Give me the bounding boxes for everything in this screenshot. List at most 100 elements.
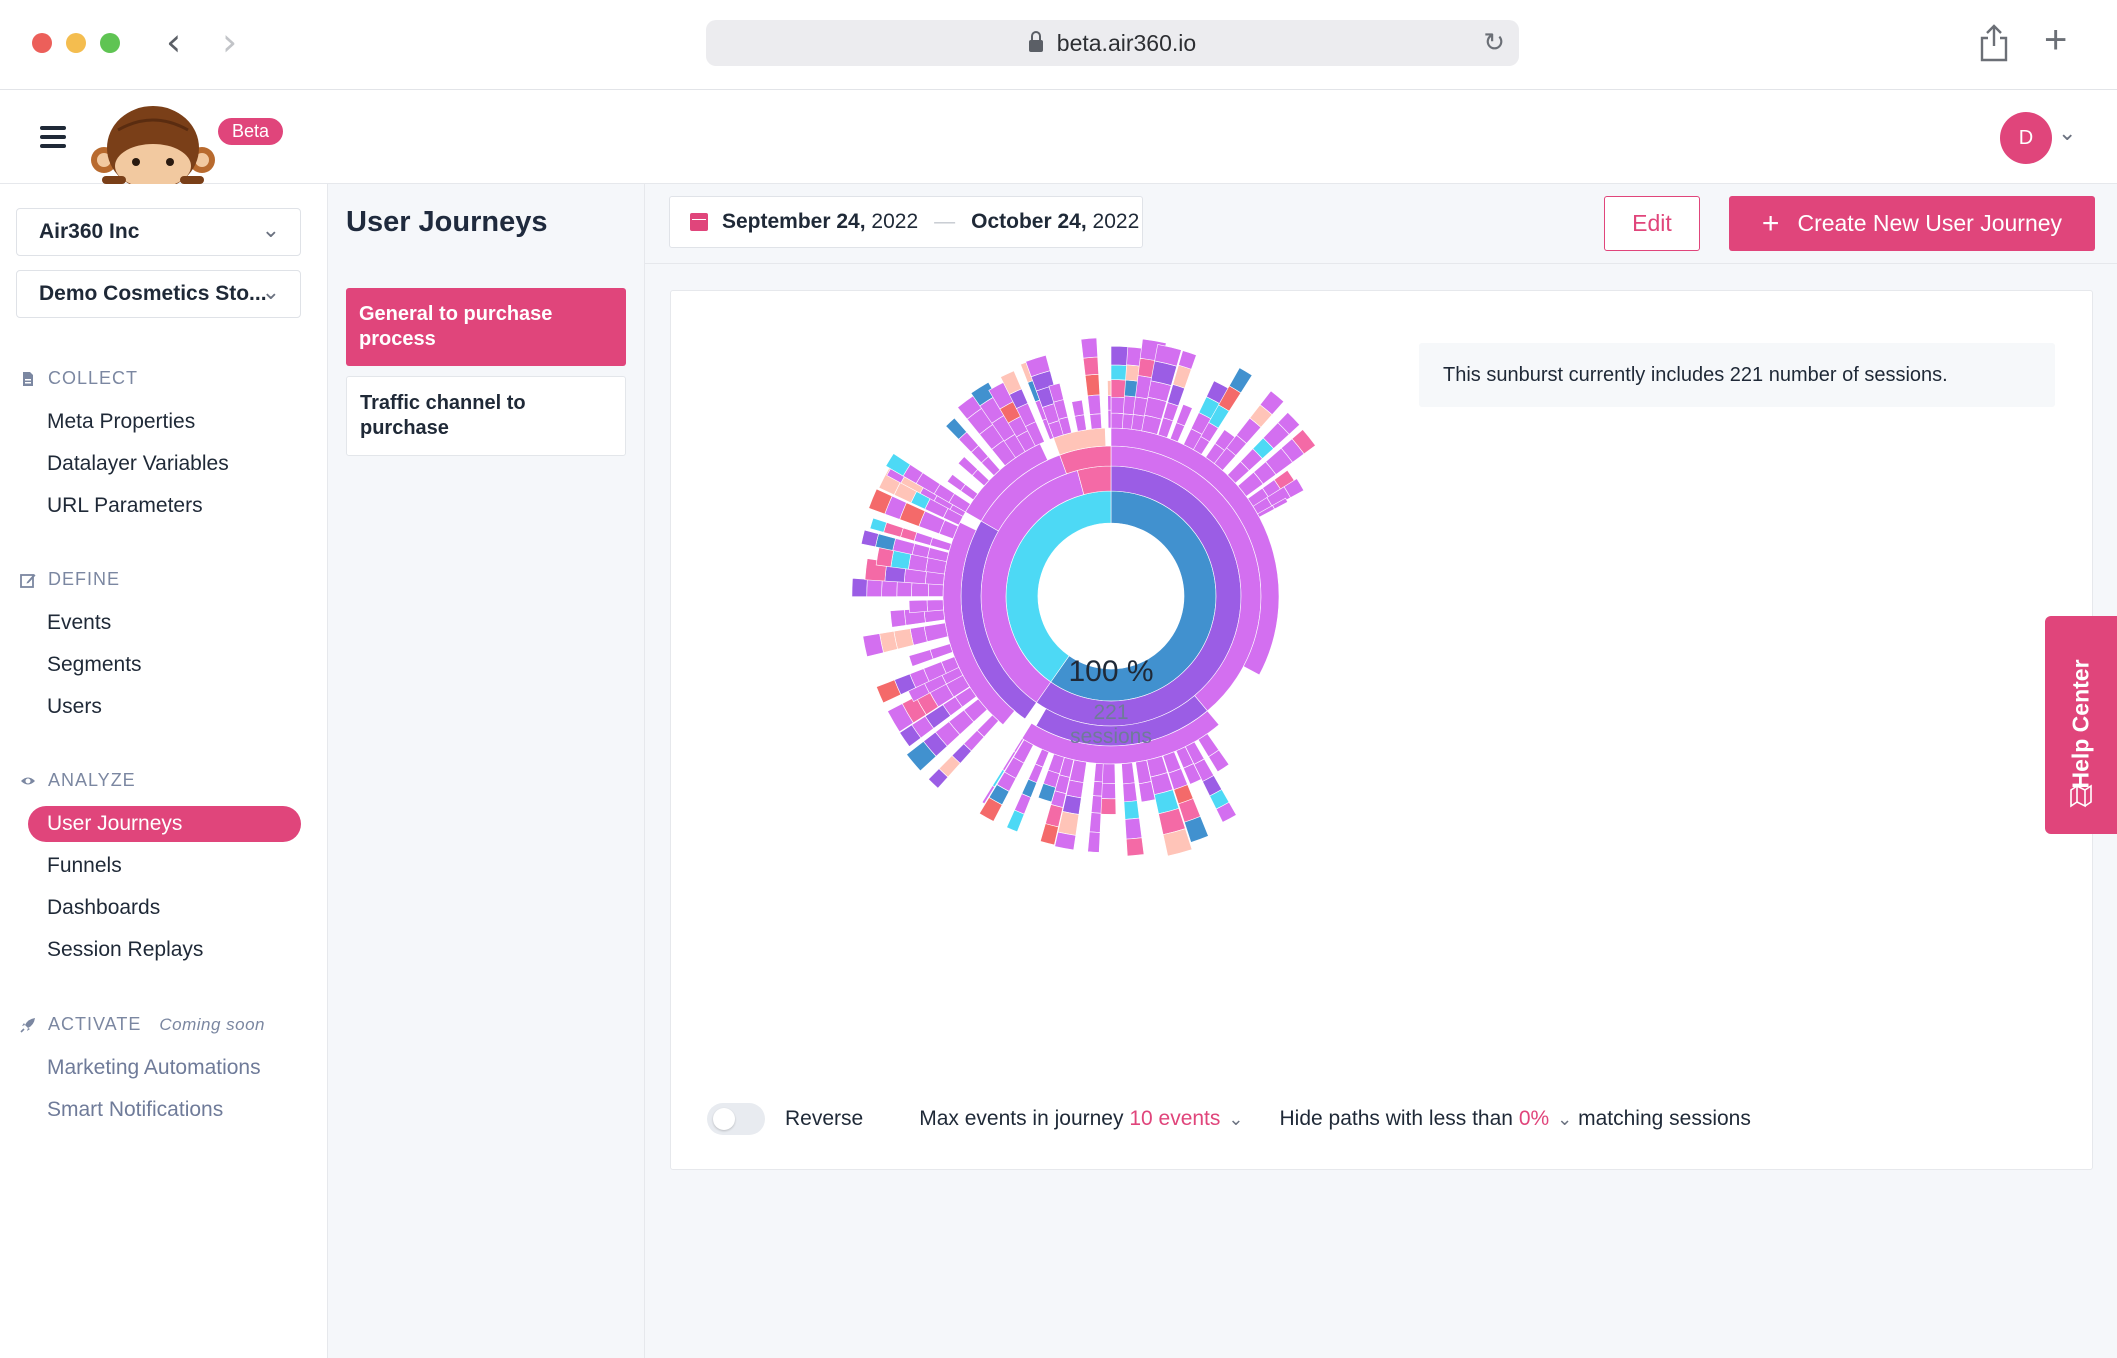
- site-select[interactable]: Demo Cosmetics Sto... ⌄: [16, 270, 301, 318]
- sunburst-segment[interactable]: [1090, 795, 1103, 814]
- sunburst-segment[interactable]: [946, 473, 966, 492]
- share-icon[interactable]: [1978, 24, 2010, 62]
- sunburst-segment[interactable]: [1124, 817, 1143, 840]
- sidebar-item-users[interactable]: Users: [28, 689, 301, 725]
- sunburst-segment[interactable]: [875, 533, 896, 551]
- reverse-toggle[interactable]: [707, 1103, 765, 1135]
- menu-icon[interactable]: [40, 126, 66, 148]
- sidebar-item-dashboards[interactable]: Dashboards: [28, 890, 301, 926]
- sunburst-segment[interactable]: [1071, 399, 1085, 417]
- date-start-year: 2022: [871, 210, 919, 233]
- sunburst-segment[interactable]: [889, 609, 907, 628]
- create-journey-button[interactable]: + Create New User Journey: [1729, 196, 2095, 251]
- reload-icon[interactable]: ↻: [1483, 27, 1505, 58]
- journey-item-traffic-channel[interactable]: Traffic channel to purchase: [346, 376, 626, 456]
- journeys-list-panel: User Journeys General to purchase proces…: [328, 184, 645, 1358]
- sunburst-segment[interactable]: [896, 581, 913, 597]
- sunburst-segment[interactable]: [1054, 831, 1077, 851]
- edit-button[interactable]: Edit: [1604, 196, 1700, 251]
- forward-arrow-icon[interactable]: ›: [222, 22, 237, 62]
- sidebar-item-session-replays[interactable]: Session Replays: [28, 932, 301, 968]
- sunburst-segment[interactable]: [1110, 412, 1124, 429]
- sunburst-segment[interactable]: [866, 578, 883, 597]
- sunburst-segment[interactable]: [908, 649, 934, 667]
- sunburst-segment[interactable]: [957, 456, 979, 476]
- sunburst-chart[interactable]: [671, 291, 1571, 1091]
- sunburst-segment[interactable]: [1089, 413, 1102, 430]
- monkey-logo[interactable]: [88, 104, 218, 184]
- sunburst-segment[interactable]: [1093, 762, 1104, 783]
- sunburst-segment[interactable]: [1110, 345, 1129, 366]
- sidebar-item-funnels[interactable]: Funnels: [28, 848, 301, 884]
- sunburst-segment[interactable]: [1089, 812, 1102, 833]
- sunburst-segment[interactable]: [1175, 404, 1193, 427]
- sunburst-segment[interactable]: [1087, 394, 1102, 415]
- sunburst-segment[interactable]: [923, 622, 949, 643]
- sidebar-item-user-journeys[interactable]: User Journeys: [28, 806, 301, 842]
- sunburst-segment[interactable]: [1074, 414, 1087, 432]
- sunburst-segment[interactable]: [1082, 356, 1099, 376]
- sunburst-segment[interactable]: [1169, 422, 1186, 443]
- sunburst-segment[interactable]: [883, 522, 904, 538]
- user-avatar[interactable]: D: [2000, 112, 2052, 164]
- sunburst-segment[interactable]: [911, 582, 930, 597]
- chevron-down-icon[interactable]: ⌄: [1557, 1109, 1572, 1130]
- sunburst-segment[interactable]: [1076, 465, 1112, 495]
- sunburst-segment[interactable]: [1107, 395, 1112, 411]
- sunburst-segment[interactable]: [1107, 380, 1112, 396]
- journey-item-general-to-purchase[interactable]: General to purchase process: [346, 288, 626, 366]
- sidebar-item-smart-notifications[interactable]: Smart Notifications: [28, 1092, 301, 1128]
- sunburst-segment[interactable]: [927, 583, 944, 597]
- sunburst-segment[interactable]: [908, 599, 928, 614]
- sunburst-segment[interactable]: [1123, 800, 1140, 820]
- back-arrow-icon[interactable]: ‹: [166, 22, 181, 62]
- sidebar-item-segments[interactable]: Segments: [28, 647, 301, 683]
- sunburst-segment[interactable]: [1087, 831, 1101, 853]
- help-center-tab[interactable]: Help Center: [2045, 616, 2117, 834]
- sunburst-segment[interactable]: [913, 532, 933, 546]
- sunburst-segment[interactable]: [1080, 337, 1099, 359]
- sunburst-segment[interactable]: [929, 643, 954, 660]
- sunburst-segment[interactable]: [1107, 409, 1112, 429]
- app-header: Beta D ⌄: [0, 90, 2117, 184]
- sunburst-segment[interactable]: [1084, 373, 1101, 397]
- sunburst-segment[interactable]: [1110, 396, 1126, 414]
- sunburst-segment[interactable]: [881, 579, 898, 597]
- sunburst-segment[interactable]: [1110, 379, 1127, 398]
- sidebar-item-meta-properties[interactable]: Meta Properties: [28, 404, 301, 440]
- sunburst-segment[interactable]: [851, 577, 868, 598]
- document-icon: [23, 371, 33, 386]
- sunburst-segment[interactable]: [869, 517, 887, 533]
- sunburst-segment[interactable]: [1092, 781, 1103, 797]
- hide-paths-dropdown[interactable]: 0%: [1519, 1107, 1549, 1131]
- sunburst-segment[interactable]: [1121, 762, 1136, 785]
- sunburst-segment[interactable]: [860, 529, 879, 548]
- sidebar-item-url-parameters[interactable]: URL Parameters: [28, 488, 301, 524]
- sunburst-segment[interactable]: [1006, 809, 1025, 833]
- sunburst-segment[interactable]: [1062, 794, 1082, 815]
- chevron-down-icon: ⌄: [261, 217, 280, 242]
- chevron-down-icon[interactable]: ⌄: [2058, 120, 2076, 146]
- sunburst-segment[interactable]: [1125, 837, 1145, 857]
- sidebar-item-events[interactable]: Events: [28, 605, 301, 641]
- max-events-dropdown[interactable]: 10 events: [1129, 1107, 1220, 1131]
- sunburst-segment[interactable]: [1110, 364, 1128, 381]
- new-tab-icon[interactable]: +: [2044, 20, 2067, 60]
- sunburst-segment[interactable]: [926, 599, 944, 612]
- sunburst-segment[interactable]: [862, 633, 884, 658]
- address-bar[interactable]: beta.air360.io ↻: [706, 20, 1519, 66]
- sidebar-item-datalayer-variables[interactable]: Datalayer Variables: [28, 446, 301, 482]
- help-book-icon: [2070, 784, 2092, 808]
- sunburst-segment[interactable]: [1034, 748, 1050, 768]
- sidebar-item-marketing-automations[interactable]: Marketing Automations: [28, 1050, 301, 1086]
- window-zoom-button[interactable]: [100, 33, 120, 53]
- center-sessions: 221 sessions: [1001, 701, 1221, 749]
- date-range-picker[interactable]: September 24, 2022 — October 24, 2022: [669, 196, 1143, 248]
- window-close-button[interactable]: [32, 33, 52, 53]
- sunburst-segment[interactable]: [1122, 782, 1138, 803]
- center-session-count: 221: [1093, 701, 1129, 724]
- window-minimize-button[interactable]: [66, 33, 86, 53]
- sunburst-segment[interactable]: [1065, 779, 1084, 799]
- org-select[interactable]: Air360 Inc ⌄: [16, 208, 301, 256]
- chevron-down-icon[interactable]: ⌄: [1228, 1109, 1243, 1130]
